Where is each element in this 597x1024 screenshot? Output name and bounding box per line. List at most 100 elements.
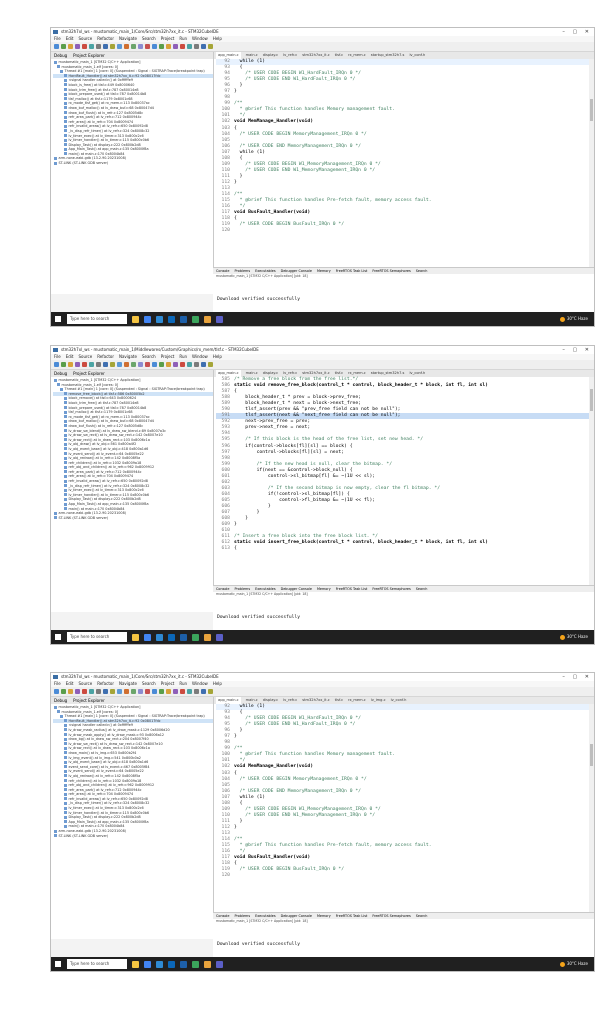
toolbar-icon[interactable] [75, 362, 80, 367]
toolbar-icon[interactable] [201, 689, 206, 694]
console-tab[interactable]: FreeRTOS Task List [336, 269, 368, 273]
toolbar-icon[interactable] [138, 44, 143, 49]
editor-tab[interactable]: app_main.c [216, 52, 241, 59]
menu-item-window[interactable]: Window [192, 681, 208, 686]
toolbar-icon[interactable] [82, 44, 87, 49]
toolbar-icon[interactable] [117, 44, 122, 49]
cube-ide-icon[interactable] [192, 960, 199, 968]
toolbar-icon[interactable] [89, 689, 94, 694]
console-tab[interactable]: Debugger Console [281, 269, 312, 273]
menu-item-window[interactable]: Window [192, 36, 208, 41]
toolbar-icon[interactable] [96, 362, 101, 367]
cube-ide-icon[interactable] [180, 633, 187, 641]
editor-tab[interactable]: lv_refr.c [283, 52, 297, 59]
toolbar-icon[interactable] [194, 362, 199, 367]
code-line[interactable]: 120 [216, 228, 594, 234]
code-line[interactable]: 120 [216, 873, 594, 879]
toolbar-icon[interactable] [68, 362, 73, 367]
toolbar-icon[interactable] [180, 689, 185, 694]
console-tab[interactable]: Problems [234, 914, 250, 918]
editor-tab[interactable]: startup_stm32h7.s [371, 52, 405, 59]
editor-tab[interactable]: lv_conf.h [409, 370, 425, 377]
edge-icon[interactable] [156, 315, 163, 323]
console-tab[interactable]: Console [216, 269, 229, 273]
toolbar-icon[interactable] [166, 689, 171, 694]
console-tab[interactable]: FreeRTOS Task List [336, 914, 368, 918]
editor-tab[interactable]: main.c [246, 370, 258, 377]
toolbar-icon[interactable] [68, 44, 73, 49]
file-explorer-icon[interactable] [132, 633, 139, 641]
cube-ide-icon[interactable] [192, 633, 199, 641]
console-tab[interactable]: FreeRTOS Task List [336, 587, 368, 591]
editor-tab[interactable]: lv_refr.c [283, 370, 297, 377]
menu-item-help[interactable]: Help [213, 681, 222, 686]
editor-tab[interactable]: lv_conf.h [391, 697, 407, 704]
menu-item-edit[interactable]: Edit [66, 36, 74, 41]
toolbar-icon[interactable] [103, 362, 108, 367]
console-tab[interactable]: Memory [317, 269, 331, 273]
toolbar-icon[interactable] [103, 44, 108, 49]
stack-frame[interactable]: ST-LINK (ST-LINK GDB server) [53, 161, 213, 166]
editor-tab[interactable]: stm32h7xx_it.c [302, 52, 330, 59]
toolbar-icon[interactable] [180, 362, 185, 367]
console-tab[interactable]: FreeRTOS Semaphores [372, 269, 410, 273]
toolbar-icon[interactable] [138, 689, 143, 694]
editor-tab[interactable]: rx_mem.c [348, 52, 366, 59]
toolbar-icon[interactable] [103, 689, 108, 694]
vscode-icon[interactable] [216, 315, 223, 323]
search-input[interactable]: Type here to search [67, 632, 127, 642]
chrome-icon[interactable] [144, 960, 151, 968]
toolbar-icon[interactable] [110, 689, 115, 694]
editor-tab[interactable]: main.c [246, 52, 258, 59]
file-explorer-icon[interactable] [204, 315, 211, 323]
editor-tab[interactable]: tlsf.c [335, 52, 343, 59]
toolbar-icon[interactable] [145, 689, 150, 694]
window-controls[interactable]: – ▢ ✕ [562, 346, 592, 354]
cube-ide-icon[interactable] [192, 315, 199, 323]
toolbar-icon[interactable] [208, 689, 213, 694]
toolbar-icon[interactable] [61, 362, 66, 367]
menu-item-run[interactable]: Run [179, 681, 187, 686]
console-tab[interactable]: FreeRTOS Semaphores [372, 587, 410, 591]
toolbar-icon[interactable] [54, 44, 59, 49]
editor-tab[interactable]: display.c [263, 52, 278, 59]
tab-debug[interactable]: Debug [54, 371, 67, 376]
tab-project-explorer[interactable]: Project Explorer [73, 53, 105, 58]
tab-project-explorer[interactable]: Project Explorer [73, 698, 105, 703]
toolbar-icon[interactable] [187, 362, 192, 367]
menu-item-source[interactable]: Source [78, 681, 92, 686]
toolbar-icon[interactable] [208, 362, 213, 367]
toolbar-icon[interactable] [131, 44, 136, 49]
code-line[interactable]: 613 { [216, 546, 594, 552]
window-controls[interactable]: – ▢ ✕ [562, 28, 592, 36]
menu-item-project[interactable]: Project [161, 354, 175, 359]
console-tab[interactable]: Search [416, 914, 428, 918]
scrollbar-thumb[interactable] [590, 744, 593, 766]
editor-scrollbar[interactable] [589, 704, 594, 939]
edge-icon[interactable] [156, 960, 163, 968]
console-tab[interactable]: FreeRTOS Semaphores [372, 914, 410, 918]
toolbar-icon[interactable] [110, 44, 115, 49]
toolbar-icon[interactable] [194, 689, 199, 694]
console-tab[interactable]: Problems [234, 269, 250, 273]
toolbar-icon[interactable] [68, 689, 73, 694]
toolbar-icon[interactable] [201, 362, 206, 367]
console-tab[interactable]: Executables [255, 587, 276, 591]
toolbar-icon[interactable] [187, 689, 192, 694]
console-tab[interactable]: Console [216, 914, 229, 918]
editor-tab[interactable]: display.c [263, 370, 278, 377]
toolbar-icon[interactable] [173, 44, 178, 49]
toolbar-icon[interactable] [61, 689, 66, 694]
toolbar-icon[interactable] [54, 362, 59, 367]
toolbar-icon[interactable] [96, 689, 101, 694]
toolbar-icon[interactable] [89, 44, 94, 49]
stack-frame[interactable]: ST-LINK (ST-LINK GDB server) [53, 516, 213, 521]
menu-item-search[interactable]: Search [142, 354, 156, 359]
menu-item-run[interactable]: Run [179, 36, 187, 41]
menu-item-file[interactable]: File [54, 354, 61, 359]
toolbar-icon[interactable] [124, 362, 129, 367]
vscode-icon[interactable] [168, 315, 175, 323]
toolbar-icon[interactable] [82, 689, 87, 694]
window-controls[interactable]: – ▢ ✕ [562, 673, 592, 681]
cube-ide-icon[interactable] [180, 315, 187, 323]
